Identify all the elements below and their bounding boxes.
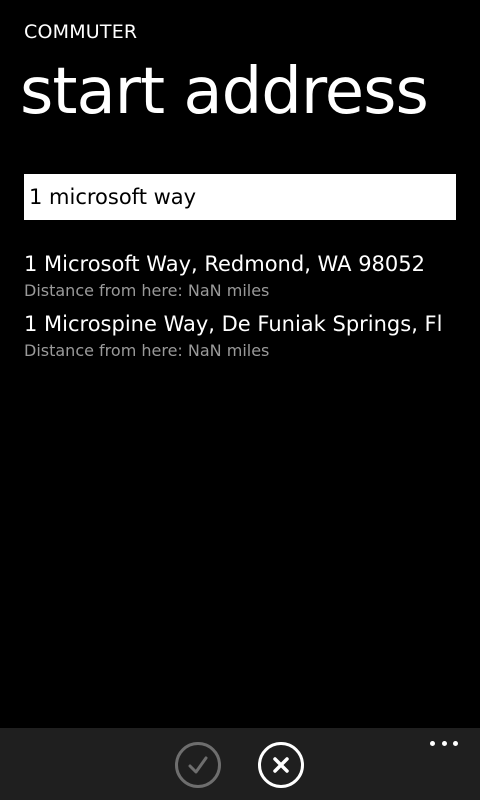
close-icon <box>269 753 293 777</box>
ellipsis-icon <box>430 740 435 746</box>
ellipsis-icon <box>453 740 458 746</box>
result-item[interactable]: 1 Microsoft Way, Redmond, WA 98052 Dista… <box>24 248 456 302</box>
check-icon <box>186 753 210 777</box>
app-title: COMMUTER <box>24 21 138 43</box>
results-list: 1 Microsoft Way, Redmond, WA 98052 Dista… <box>24 248 456 362</box>
result-address: 1 Microsoft Way, Redmond, WA 98052 <box>24 252 425 276</box>
ellipsis-icon <box>441 740 447 746</box>
address-search-input[interactable] <box>24 174 456 220</box>
more-options-button[interactable] <box>430 738 458 748</box>
result-address: 1 Microspine Way, De Funiak Springs, Fl <box>24 312 443 336</box>
search-box[interactable] <box>24 174 456 220</box>
confirm-button[interactable] <box>175 742 221 788</box>
cancel-button[interactable] <box>258 742 304 788</box>
result-distance: Distance from here: NaN miles <box>24 281 270 300</box>
result-item[interactable]: 1 Microspine Way, De Funiak Springs, Fl … <box>24 308 456 362</box>
application-bar <box>0 728 480 800</box>
page-title: start address <box>20 55 429 129</box>
result-distance: Distance from here: NaN miles <box>24 341 270 360</box>
